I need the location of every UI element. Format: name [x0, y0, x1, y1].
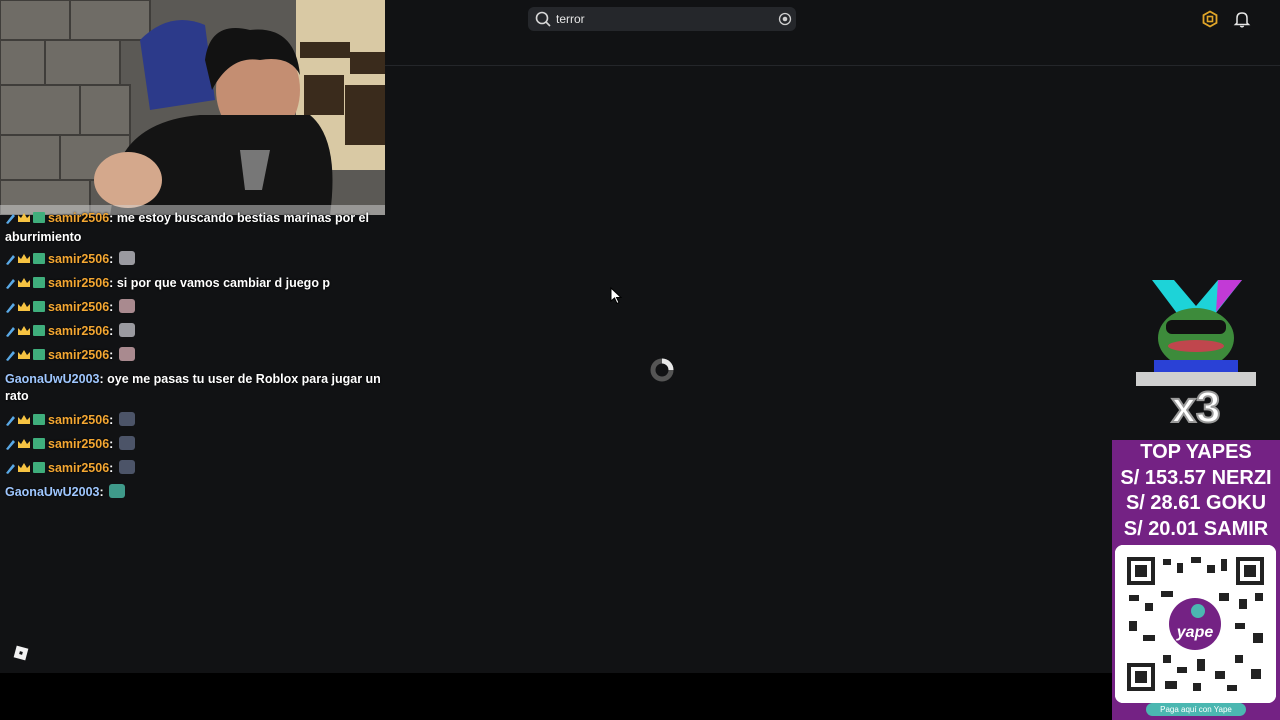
chat-separator: :	[99, 372, 108, 386]
yape-brand-text: yape	[1176, 624, 1214, 641]
user-badges	[5, 276, 47, 294]
chat-separator: :	[109, 413, 117, 427]
car-emote-icon	[118, 460, 135, 474]
chat-message: samir2506: me estoy buscando bestias mar…	[5, 210, 385, 246]
stream-chat: samir2506: me estoy buscando bestias mar…	[0, 210, 385, 510]
cat-emote-icon	[118, 251, 135, 265]
pepe-multiplier-overlay: x3	[1134, 276, 1258, 433]
user-badges	[5, 437, 47, 455]
search-box[interactable]	[528, 7, 796, 31]
chat-message: GaonaUwU2003:	[5, 484, 385, 501]
top-navigation-bar	[385, 0, 1280, 66]
robux-icon[interactable]	[1201, 10, 1219, 28]
user-badges	[5, 252, 47, 270]
yape-qr-code: yape	[1115, 545, 1276, 703]
chat-separator: :	[109, 348, 117, 362]
top-yape-entry: S/ 28.61 GOKU	[1125, 492, 1267, 514]
chat-username[interactable]: GaonaUwU2003	[5, 372, 99, 386]
chat-message: samir2506:	[5, 299, 385, 318]
chat-message: samir2506: si por que vamos cambiar d ju…	[5, 275, 385, 294]
top-yapes-title: TOP YAPES	[1140, 441, 1252, 463]
chat-message: samir2506:	[5, 460, 385, 479]
chat-separator: :	[109, 324, 117, 338]
chat-separator: :	[109, 211, 117, 225]
user-badges	[5, 461, 47, 479]
multiplier-label: x3	[1172, 383, 1221, 428]
bottom-bar	[0, 673, 1112, 720]
chat-separator: :	[109, 461, 117, 475]
chat-message: samir2506:	[5, 323, 385, 342]
chat-separator: :	[99, 485, 108, 499]
chat-message: GaonaUwU2003: oye me pasas tu user de Ro…	[5, 371, 385, 405]
chat-username[interactable]: samir2506	[48, 348, 109, 362]
chat-username[interactable]: GaonaUwU2003	[5, 485, 99, 499]
loading-spinner-icon	[650, 358, 674, 382]
search-icon	[535, 11, 551, 27]
qr-caption: Paga aquí con Yape	[1146, 703, 1246, 716]
chat-username[interactable]: samir2506	[48, 437, 109, 451]
chat-separator: :	[109, 276, 117, 290]
chat-username[interactable]: samir2506	[48, 324, 109, 338]
clear-icon[interactable]	[778, 12, 792, 26]
chat-message: samir2506:	[5, 251, 385, 270]
chat-message: samir2506:	[5, 412, 385, 431]
car-emote-icon	[118, 436, 135, 450]
chat-username[interactable]: samir2506	[48, 252, 109, 266]
chat-text: si por que vamos cambiar d juego p	[116, 276, 331, 290]
user-badges	[5, 324, 47, 342]
cat-emote-icon	[118, 299, 135, 313]
chat-message: samir2506:	[5, 347, 385, 366]
user-badges	[5, 348, 47, 366]
chat-separator: :	[109, 252, 117, 266]
cat-emote-icon	[118, 347, 135, 361]
user-badges	[5, 413, 47, 431]
roblox-logo-icon[interactable]	[13, 645, 29, 661]
chat-username[interactable]: samir2506	[48, 300, 109, 314]
top-yape-entry: S/ 153.57 NERZI	[1120, 467, 1272, 489]
user-badges	[5, 300, 47, 318]
chat-username[interactable]: samir2506	[48, 413, 109, 427]
mouse-cursor-icon	[610, 287, 623, 305]
chat-username[interactable]: samir2506	[48, 211, 109, 225]
top-yape-entry: S/ 20.01 SAMIR	[1123, 518, 1269, 540]
chat-username[interactable]: samir2506	[48, 276, 109, 290]
webcam-feed	[0, 0, 385, 215]
car-emote-icon	[118, 412, 135, 426]
chat-username[interactable]: samir2506	[48, 461, 109, 475]
chat-message: samir2506:	[5, 436, 385, 455]
chat-separator: :	[109, 300, 117, 314]
pepe-emote-icon	[109, 484, 126, 498]
notification-bell-icon[interactable]	[1233, 10, 1251, 28]
search-input[interactable]	[556, 9, 766, 29]
chat-separator: :	[109, 437, 117, 451]
cat-emote-icon	[118, 323, 135, 337]
user-badges	[5, 211, 47, 229]
